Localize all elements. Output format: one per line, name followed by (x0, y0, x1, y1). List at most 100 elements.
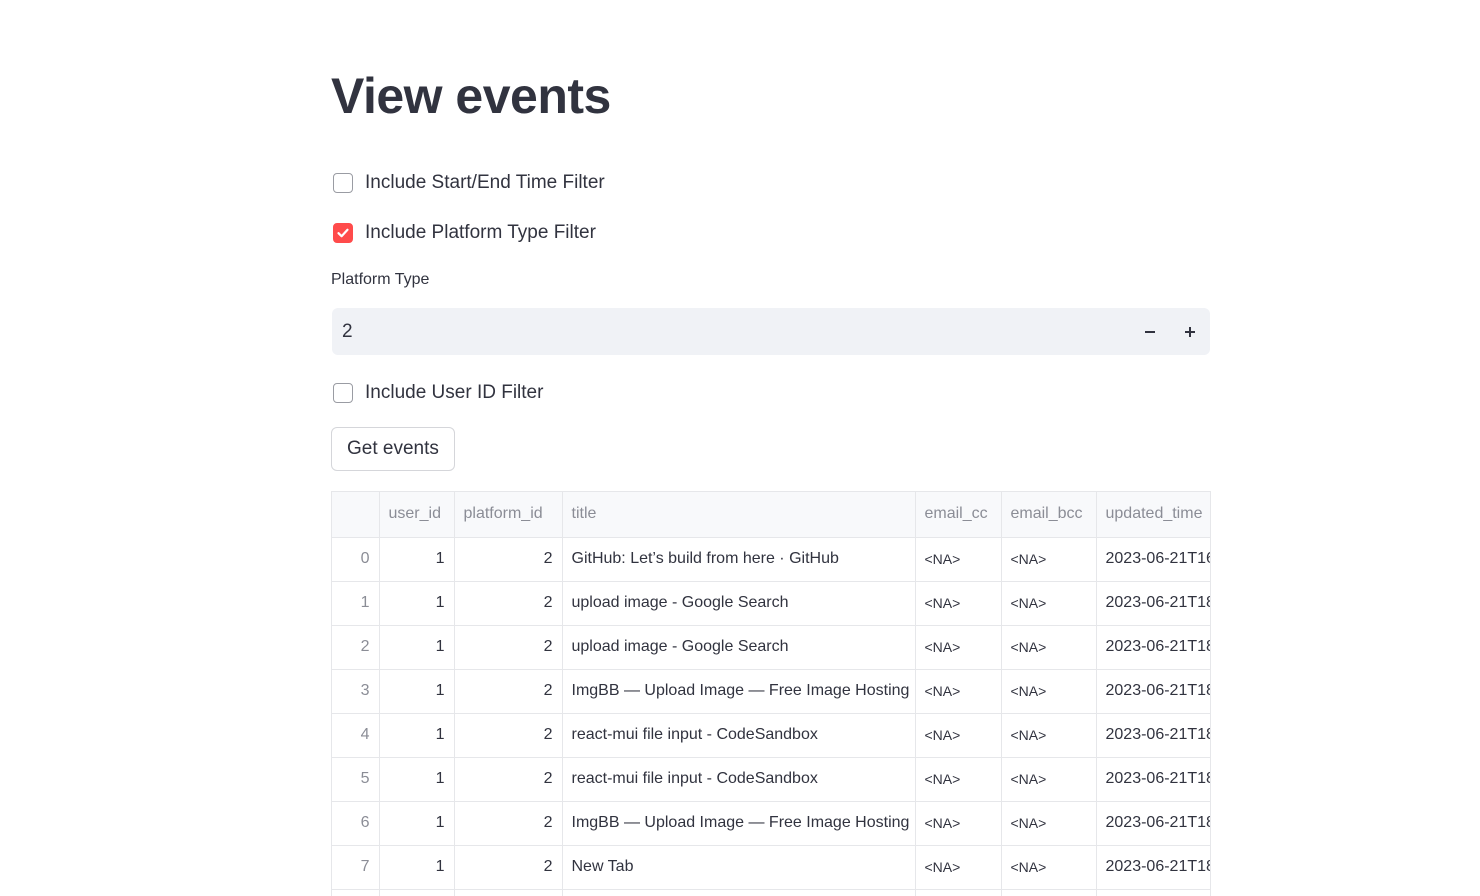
cell-email-bcc[interactable]: <NA> (1001, 801, 1097, 846)
cell-updated-time[interactable]: 2023-06-21T18 (1096, 801, 1210, 846)
cell-platform-id[interactable]: 2 (454, 581, 563, 626)
cell-user-id[interactable]: 1 (379, 537, 455, 582)
cell-platform-id[interactable]: 2 (454, 757, 563, 802)
row-index: 0 (332, 537, 380, 582)
row-index: 5 (332, 757, 380, 802)
table-row: 7 1 2 New Tab <NA> <NA> 2023-06-21T18 (332, 845, 1210, 890)
cell-user-id[interactable]: 1 (379, 801, 455, 846)
column-header-updated-time[interactable]: updated_time (1096, 492, 1210, 538)
cell-email-bcc[interactable] (1001, 889, 1097, 896)
user-filter-checkbox[interactable]: Include User ID Filter (331, 381, 543, 405)
cell-platform-id[interactable]: 2 (454, 801, 563, 846)
cell-platform-id[interactable]: 2 (454, 537, 563, 582)
check-icon (337, 228, 349, 238)
cell-email-cc[interactable]: <NA> (915, 801, 1002, 846)
cell-user-id[interactable]: 1 (379, 757, 455, 802)
table-row: 5 1 2 react-mui file input - CodeSandbox… (332, 757, 1210, 802)
platform-type-input[interactable] (332, 308, 1130, 355)
cell-platform-id[interactable]: 2 (454, 625, 563, 670)
cell-user-id[interactable]: 1 (379, 669, 455, 714)
checkbox-box[interactable] (333, 173, 353, 193)
minus-icon (1145, 330, 1155, 333)
cell-email-cc[interactable]: <NA> (915, 845, 1002, 890)
row-index (332, 889, 380, 896)
cell-updated-time[interactable]: 2023-06-21T16 (1096, 537, 1210, 582)
events-table[interactable]: user_id platform_id title email_cc email… (331, 491, 1211, 896)
cell-email-cc[interactable]: <NA> (915, 581, 1002, 626)
platform-type-label: Platform Type (331, 271, 430, 288)
column-header-user-id[interactable]: user_id (379, 492, 455, 538)
cell-updated-time[interactable]: 2023-06-21T18 (1096, 757, 1210, 802)
cell-title[interactable]: New Tab (562, 845, 916, 890)
platform-type-stepper (332, 308, 1210, 355)
cell-email-bcc[interactable]: <NA> (1001, 713, 1097, 758)
decrement-button[interactable] (1130, 308, 1170, 355)
cell-title[interactable]: GitHub: Let’s build from here · GitHub (562, 537, 916, 582)
row-index: 3 (332, 669, 380, 714)
time-filter-label: Include Start/End Time Filter (365, 172, 605, 193)
column-header-index[interactable] (332, 492, 380, 538)
cell-updated-time[interactable]: 2023-06-21T18 (1096, 845, 1210, 890)
page-title: View events (331, 68, 611, 124)
checkbox-box[interactable] (333, 223, 353, 243)
row-index: 1 (332, 581, 380, 626)
column-header-platform-id[interactable]: platform_id (454, 492, 563, 538)
plus-icon (1185, 326, 1195, 337)
checkbox-box[interactable] (333, 383, 353, 403)
platform-filter-checkbox[interactable]: Include Platform Type Filter (331, 221, 596, 245)
column-header-email-bcc[interactable]: email_bcc (1001, 492, 1097, 538)
column-header-email-cc[interactable]: email_cc (915, 492, 1002, 538)
cell-email-bcc[interactable]: <NA> (1001, 581, 1097, 626)
cell-title[interactable]: ImgBB — Upload Image — Free Image Hostin… (562, 669, 916, 714)
cell-email-cc[interactable]: <NA> (915, 757, 1002, 802)
cell-updated-time[interactable]: 2023-06-21T18 (1096, 581, 1210, 626)
cell-title[interactable]: upload image - Google Search (562, 625, 916, 670)
cell-title[interactable] (562, 889, 916, 896)
table-header-row: user_id platform_id title email_cc email… (332, 492, 1210, 538)
cell-updated-time[interactable] (1096, 889, 1210, 896)
increment-button[interactable] (1170, 308, 1210, 355)
table-row (332, 889, 1210, 896)
time-filter-checkbox[interactable]: Include Start/End Time Filter (331, 171, 605, 195)
cell-email-bcc[interactable]: <NA> (1001, 757, 1097, 802)
column-header-title[interactable]: title (562, 492, 916, 538)
row-index: 7 (332, 845, 380, 890)
cell-email-cc[interactable] (915, 889, 1002, 896)
cell-email-cc[interactable]: <NA> (915, 625, 1002, 670)
cell-email-bcc[interactable]: <NA> (1001, 669, 1097, 714)
cell-email-bcc[interactable]: <NA> (1001, 845, 1097, 890)
table-row: 0 1 2 GitHub: Let’s build from here · Gi… (332, 537, 1210, 582)
cell-user-id[interactable] (379, 889, 455, 896)
table-row: 3 1 2 ImgBB — Upload Image — Free Image … (332, 669, 1210, 714)
cell-email-bcc[interactable]: <NA> (1001, 537, 1097, 582)
table-row: 4 1 2 react-mui file input - CodeSandbox… (332, 713, 1210, 758)
cell-platform-id[interactable]: 2 (454, 713, 563, 758)
cell-platform-id[interactable]: 2 (454, 669, 563, 714)
cell-email-cc[interactable]: <NA> (915, 669, 1002, 714)
cell-title[interactable]: ImgBB — Upload Image — Free Image Hostin… (562, 801, 916, 846)
table-row: 1 1 2 upload image - Google Search <NA> … (332, 581, 1210, 626)
cell-user-id[interactable]: 1 (379, 581, 455, 626)
row-index: 6 (332, 801, 380, 846)
cell-updated-time[interactable]: 2023-06-21T18 (1096, 713, 1210, 758)
table-row: 2 1 2 upload image - Google Search <NA> … (332, 625, 1210, 670)
user-filter-label: Include User ID Filter (365, 382, 544, 403)
platform-filter-label: Include Platform Type Filter (365, 222, 596, 243)
cell-email-cc[interactable]: <NA> (915, 713, 1002, 758)
cell-title[interactable]: react-mui file input - CodeSandbox (562, 757, 916, 802)
row-index: 2 (332, 625, 380, 670)
row-index: 4 (332, 713, 380, 758)
cell-user-id[interactable]: 1 (379, 845, 455, 890)
cell-updated-time[interactable]: 2023-06-21T18 (1096, 669, 1210, 714)
cell-platform-id[interactable] (454, 889, 563, 896)
cell-updated-time[interactable]: 2023-06-21T18 (1096, 625, 1210, 670)
cell-platform-id[interactable]: 2 (454, 845, 563, 890)
cell-email-bcc[interactable]: <NA> (1001, 625, 1097, 670)
get-events-button[interactable]: Get events (331, 427, 455, 471)
cell-title[interactable]: upload image - Google Search (562, 581, 916, 626)
table-row: 6 1 2 ImgBB — Upload Image — Free Image … (332, 801, 1210, 846)
cell-title[interactable]: react-mui file input - CodeSandbox (562, 713, 916, 758)
cell-user-id[interactable]: 1 (379, 625, 455, 670)
cell-email-cc[interactable]: <NA> (915, 537, 1002, 582)
cell-user-id[interactable]: 1 (379, 713, 455, 758)
